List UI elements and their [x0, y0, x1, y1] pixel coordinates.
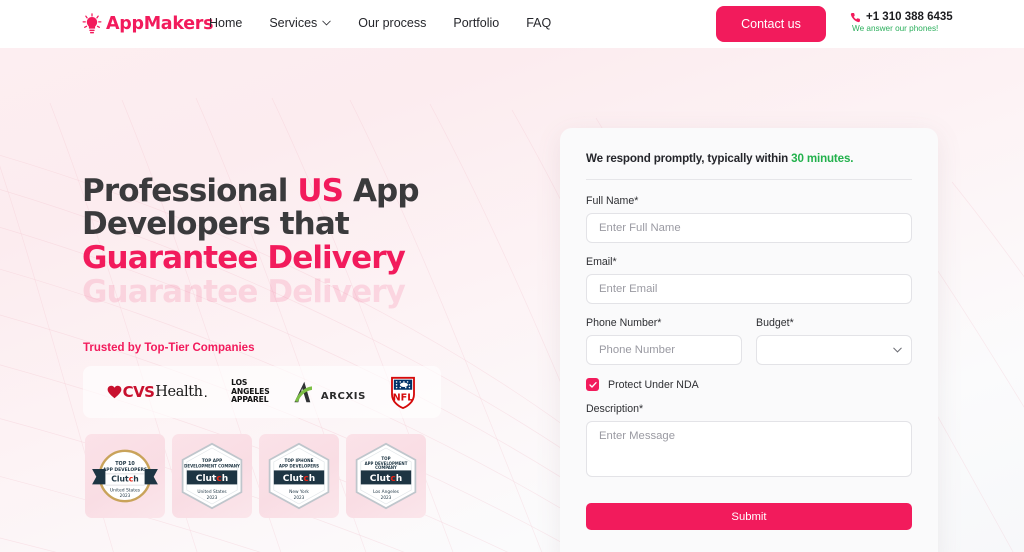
nda-checkbox[interactable] [586, 378, 599, 391]
nav-item-services[interactable]: Services [269, 16, 331, 30]
nav-item-faq[interactable]: FAQ [526, 16, 551, 30]
svg-text:2023: 2023 [207, 495, 218, 500]
headline-part2: App [343, 173, 420, 209]
respond-highlight: 30 minutes. [791, 152, 854, 165]
svg-text:United States: United States [197, 489, 227, 495]
nav-label: Home [209, 16, 243, 30]
svg-text:TOP APP: TOP APP [202, 458, 222, 463]
los-angeles-apparel-logo: LOS ANGELES APPAREL [231, 378, 270, 406]
headline-us: US [297, 173, 344, 209]
cvs-text: CVS [122, 383, 155, 401]
heart-icon [107, 385, 122, 399]
clutch-badge-circle-graphic: TOP 10 APP DEVELOPERS Clutch United Stat… [92, 449, 158, 503]
svg-text:Clutch: Clutch [111, 475, 138, 484]
clutch-badge-top-app-dev-us: TOP APP DEVELOPMENT COMPANY Clutch Unite… [172, 434, 252, 518]
nav-label: Portfolio [453, 16, 500, 30]
full-name-label: Full Name* [586, 195, 639, 207]
site-header: AppMakers Home Services Our process Port… [0, 0, 1024, 48]
laa-line3: APPAREL [231, 395, 269, 405]
clutch-badges-row: TOP 10 APP DEVELOPERS Clutch United Stat… [85, 434, 426, 518]
nda-label: Protect Under NDA [608, 378, 699, 391]
svg-text:Los Angeles: Los Angeles [373, 489, 400, 495]
svg-text:DEVELOPMENT COMPANY: DEVELOPMENT COMPANY [184, 464, 240, 469]
cvs-dot: . [203, 383, 208, 401]
contact-us-button[interactable]: Contact us [716, 6, 826, 42]
headline-part1: Professional [82, 173, 298, 209]
svg-text:APP DEVELOPERS: APP DEVELOPERS [279, 464, 319, 469]
client-logos-strip: CVS Health. LOS ANGELES APPAREL ARCXIS N… [83, 366, 441, 418]
description-label: Description* [586, 403, 644, 415]
svg-text:2023: 2023 [294, 495, 305, 500]
respond-prefix: We respond promptly, typically within [586, 152, 792, 165]
submit-button[interactable]: Submit [586, 503, 912, 530]
clutch-badge-hex-graphic: TOP APP DEVELOPMENT COMPANY Clutch Los A… [355, 442, 417, 510]
phone-block[interactable]: +1 310 388 6435 We answer our phones! [850, 11, 953, 33]
clutch-badge-hex-graphic: TOP APP DEVELOPMENT COMPANY Clutch Unite… [181, 442, 243, 510]
nfl-shield-icon: NFL [391, 376, 416, 409]
chevron-down-icon [322, 20, 331, 26]
headline-line2: Developers that [82, 206, 350, 243]
lightbulb-icon [82, 13, 102, 34]
nav-item-portfolio[interactable]: Portfolio [453, 16, 499, 30]
page-title: Professional US App Developers that Guar… [82, 173, 502, 276]
description-textarea[interactable] [586, 421, 912, 477]
budget-label: Budget* [756, 317, 794, 329]
svg-text:COMPANY: COMPANY [375, 465, 397, 470]
phone-subtext: We answer our phones! [852, 24, 939, 33]
hero-section: Guarantee Delivery Professional US App D… [0, 48, 1024, 552]
nav-label: FAQ [526, 16, 552, 30]
clutch-badge-top-app-dev-la: TOP APP DEVELOPMENT COMPANY Clutch Los A… [346, 434, 426, 518]
page-root: Guarantee Delivery Professional US App D… [0, 0, 1024, 552]
ghost-headline: Guarantee Delivery [82, 274, 406, 310]
trusted-by-label: Trusted by Top-Tier Companies [83, 342, 255, 354]
email-input[interactable] [586, 274, 912, 304]
svg-text:APP DEVELOPERS: APP DEVELOPERS [103, 467, 147, 473]
main-navigation: Home Services Our process Portfolio FAQ [209, 16, 551, 30]
svg-text:New York: New York [289, 489, 309, 495]
phone-number: +1 310 388 6435 [866, 11, 953, 23]
svg-text:TOP 10: TOP 10 [115, 461, 135, 467]
respond-promptly-text: We respond promptly, typically within 30… [586, 152, 912, 165]
nav-label: Services [269, 16, 318, 30]
nav-label: Our process [358, 16, 427, 30]
nav-item-home[interactable]: Home [209, 16, 242, 30]
nda-checkbox-row[interactable]: Protect Under NDA [586, 378, 912, 391]
phone-icon [850, 12, 860, 22]
email-label: Email* [586, 256, 617, 268]
svg-text:Clutch: Clutch [283, 474, 315, 484]
svg-text:TOP IPHONE: TOP IPHONE [285, 458, 314, 463]
phone-number-input[interactable] [586, 335, 742, 365]
svg-text:2023: 2023 [120, 493, 131, 498]
check-icon [588, 381, 597, 388]
svg-text:2023: 2023 [381, 495, 392, 500]
logo[interactable]: AppMakers [82, 13, 214, 35]
svg-text:Clutch: Clutch [196, 474, 228, 484]
arcxis-mark-icon [294, 381, 312, 403]
nfl-logo: NFL [389, 376, 417, 409]
logo-text: AppMakers [106, 14, 214, 34]
cvs-health-logo: CVS Health. [107, 383, 208, 401]
arcxis-logo: ARCXIS [293, 380, 366, 404]
health-text: Health [155, 384, 203, 400]
clutch-badge-top-iphone-ny: TOP IPHONE APP DEVELOPERS Clutch New Yor… [259, 434, 339, 518]
form-divider [586, 179, 912, 180]
clutch-badge-top10-us: TOP 10 APP DEVELOPERS Clutch United Stat… [85, 434, 165, 518]
svg-text:NFL: NFL [393, 392, 414, 403]
contact-form-card: We respond promptly, typically within 30… [560, 128, 938, 552]
phone-number-label: Phone Number* [586, 317, 662, 329]
headline-line3: Guarantee Delivery [82, 239, 406, 276]
full-name-input[interactable] [586, 213, 912, 243]
clutch-badge-hex-graphic: TOP IPHONE APP DEVELOPERS Clutch New Yor… [268, 442, 330, 510]
budget-select[interactable] [756, 335, 912, 365]
nav-item-our-process[interactable]: Our process [358, 16, 426, 30]
svg-text:Clutch: Clutch [370, 474, 402, 484]
arcxis-text: ARCXIS [320, 391, 366, 402]
